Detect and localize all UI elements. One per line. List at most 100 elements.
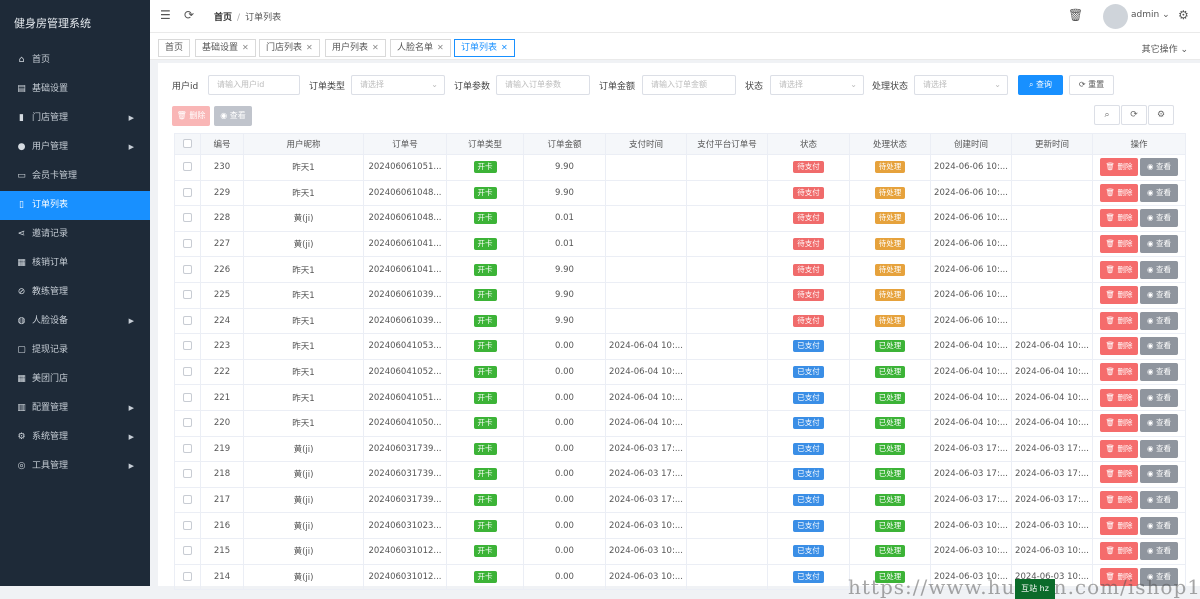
row-delete-button[interactable]: 🗑 删除 bbox=[1100, 363, 1138, 382]
row-view-button[interactable]: ◉ 查看 bbox=[1140, 414, 1178, 433]
row-delete-button[interactable]: 🗑 删除 bbox=[1100, 260, 1138, 279]
tab-0[interactable]: 首页 bbox=[158, 39, 191, 57]
sidebar-item-2[interactable]: ▮ 门店管理 ▶ bbox=[0, 104, 150, 133]
row-checkbox[interactable] bbox=[183, 392, 192, 402]
row-view-button[interactable]: ◉ 查看 bbox=[1140, 363, 1178, 382]
row-delete-button[interactable]: 🗑 删除 bbox=[1100, 235, 1138, 254]
row-view-button[interactable]: ◉ 查看 bbox=[1140, 542, 1178, 561]
tab-3[interactable]: 用户列表 ✕ bbox=[325, 39, 386, 57]
select-all-checkbox[interactable] bbox=[183, 139, 192, 148]
sidebar-item-9[interactable]: ◍ 人脸设备 ▶ bbox=[0, 307, 150, 336]
sidebar-item-4[interactable]: ▭ 会员卡管理 bbox=[0, 162, 150, 191]
row-view-button[interactable]: ◉ 查看 bbox=[1140, 311, 1178, 330]
bulk-view-button[interactable]: ◉ 查看 bbox=[214, 106, 252, 126]
search-button[interactable]: ⌕ 查询 bbox=[1018, 75, 1063, 95]
row-checkbox[interactable] bbox=[183, 546, 192, 556]
sidebar-item-label: 基础设置 bbox=[32, 84, 69, 94]
row-delete-button[interactable]: 🗑 删除 bbox=[1100, 491, 1138, 510]
row-checkbox[interactable] bbox=[183, 469, 192, 479]
close-icon[interactable]: ✕ bbox=[372, 43, 379, 52]
column-settings-button[interactable]: ⚙ bbox=[1148, 105, 1174, 125]
row-checkbox[interactable] bbox=[183, 239, 192, 249]
row-checkbox[interactable] bbox=[183, 341, 192, 351]
other-operations-dropdown[interactable]: 其它操作 ⌄ bbox=[1142, 42, 1188, 55]
sidebar-item-13[interactable]: ⚙ 系统管理 ▶ bbox=[0, 423, 150, 452]
row-delete-button[interactable]: 🗑 删除 bbox=[1100, 542, 1138, 561]
hamburger-menu-icon[interactable]: ☰ bbox=[160, 8, 171, 22]
row-checkbox[interactable] bbox=[183, 495, 192, 505]
process-status-select[interactable]: 请选择 ⌄ bbox=[914, 75, 1008, 95]
row-view-button[interactable]: ◉ 查看 bbox=[1140, 286, 1178, 305]
order-param-input[interactable]: 请输入订单参数 bbox=[496, 75, 590, 95]
avatar[interactable] bbox=[1103, 4, 1128, 29]
sidebar-item-0[interactable]: ⌂ 首页 bbox=[0, 46, 150, 75]
order-amount-input[interactable]: 请输入订单金额 bbox=[642, 75, 736, 95]
sidebar-item-6[interactable]: ⋖ 邀请记录 bbox=[0, 220, 150, 249]
user-id-input[interactable]: 请输入用户id bbox=[208, 75, 300, 95]
row-view-button[interactable]: ◉ 查看 bbox=[1140, 260, 1178, 279]
row-delete-button[interactable]: 🗑 删除 bbox=[1100, 516, 1138, 535]
row-checkbox[interactable] bbox=[183, 571, 192, 581]
row-delete-button[interactable]: 🗑 删除 bbox=[1100, 311, 1138, 330]
row-checkbox[interactable] bbox=[183, 213, 192, 223]
refresh-icon[interactable]: ⟳ bbox=[184, 8, 194, 22]
sidebar-item-7[interactable]: ▦ 核销订单 bbox=[0, 249, 150, 278]
row-checkbox[interactable] bbox=[183, 443, 192, 453]
row-view-button[interactable]: ◉ 查看 bbox=[1140, 491, 1178, 510]
row-delete-button[interactable]: 🗑 删除 bbox=[1100, 465, 1138, 484]
sidebar-item-10[interactable]: ▢ 提现记录 bbox=[0, 336, 150, 365]
row-checkbox[interactable] bbox=[183, 520, 192, 530]
order-type-select[interactable]: 请选择 ⌄ bbox=[351, 75, 445, 95]
bulk-delete-button[interactable]: 🗑 删除 bbox=[172, 106, 210, 126]
trash-icon[interactable]: 🗑 bbox=[1068, 8, 1083, 22]
sidebar-item-11[interactable]: ▦ 美团门店 bbox=[0, 365, 150, 394]
row-view-button[interactable]: ◉ 查看 bbox=[1140, 183, 1178, 202]
sidebar-item-1[interactable]: ▤ 基础设置 bbox=[0, 75, 150, 104]
row-delete-button[interactable]: 🗑 删除 bbox=[1100, 337, 1138, 356]
tab-2[interactable]: 门店列表 ✕ bbox=[259, 39, 320, 57]
reset-button[interactable]: ⟳ 重置 bbox=[1069, 75, 1114, 95]
row-view-button[interactable]: ◉ 查看 bbox=[1140, 158, 1178, 177]
row-delete-button[interactable]: 🗑 删除 bbox=[1100, 439, 1138, 458]
close-icon[interactable]: ✕ bbox=[501, 43, 508, 52]
tab-4[interactable]: 人脸名单 ✕ bbox=[390, 39, 451, 57]
close-icon[interactable]: ✕ bbox=[242, 43, 249, 52]
row-view-button[interactable]: ◉ 查看 bbox=[1140, 516, 1178, 535]
tab-1[interactable]: 基础设置 ✕ bbox=[195, 39, 256, 57]
row-delete-button[interactable]: 🗑 删除 bbox=[1100, 158, 1138, 177]
cell-process-status: 已处理 bbox=[849, 409, 931, 437]
sidebar-item-14[interactable]: ◎ 工具管理 ▶ bbox=[0, 452, 150, 481]
row-checkbox[interactable] bbox=[183, 418, 192, 428]
row-checkbox[interactable] bbox=[183, 264, 192, 274]
row-delete-button[interactable]: 🗑 删除 bbox=[1100, 388, 1138, 407]
grid-small-icon: ▦ bbox=[17, 374, 26, 384]
refresh-table-button[interactable]: ⟳ bbox=[1121, 105, 1147, 125]
sidebar-item-12[interactable]: ▥ 配置管理 ▶ bbox=[0, 394, 150, 423]
sidebar-item-5[interactable]: ▯ 订单列表 bbox=[0, 191, 150, 220]
breadcrumb-home[interactable]: 首页 bbox=[214, 13, 232, 23]
row-checkbox[interactable] bbox=[183, 290, 192, 300]
sidebar-item-8[interactable]: ⊘ 教练管理 bbox=[0, 278, 150, 307]
row-checkbox[interactable] bbox=[183, 187, 192, 197]
row-delete-button[interactable]: 🗑 删除 bbox=[1100, 286, 1138, 305]
row-view-button[interactable]: ◉ 查看 bbox=[1140, 388, 1178, 407]
row-checkbox[interactable] bbox=[183, 162, 192, 172]
row-checkbox[interactable] bbox=[183, 315, 192, 325]
row-delete-button[interactable]: 🗑 删除 bbox=[1100, 183, 1138, 202]
toggle-search-button[interactable]: ⌕ bbox=[1094, 105, 1120, 125]
row-view-button[interactable]: ◉ 查看 bbox=[1140, 209, 1178, 228]
row-delete-button[interactable]: 🗑 删除 bbox=[1100, 209, 1138, 228]
close-icon[interactable]: ✕ bbox=[437, 43, 444, 52]
row-view-button[interactable]: ◉ 查看 bbox=[1140, 465, 1178, 484]
sidebar-item-3[interactable]: ● 用户管理 ▶ bbox=[0, 133, 150, 162]
row-delete-button[interactable]: 🗑 删除 bbox=[1100, 414, 1138, 433]
row-view-button[interactable]: ◉ 查看 bbox=[1140, 235, 1178, 254]
close-icon[interactable]: ✕ bbox=[306, 43, 313, 52]
row-view-button[interactable]: ◉ 查看 bbox=[1140, 337, 1178, 356]
gear-icon[interactable]: ⚙ bbox=[1178, 8, 1189, 22]
user-menu[interactable]: admin ⌄ bbox=[1131, 10, 1170, 20]
row-view-button[interactable]: ◉ 查看 bbox=[1140, 439, 1178, 458]
row-checkbox[interactable] bbox=[183, 367, 192, 377]
status-select[interactable]: 请选择 ⌄ bbox=[770, 75, 864, 95]
tab-5[interactable]: 订单列表 ✕ bbox=[454, 39, 515, 57]
